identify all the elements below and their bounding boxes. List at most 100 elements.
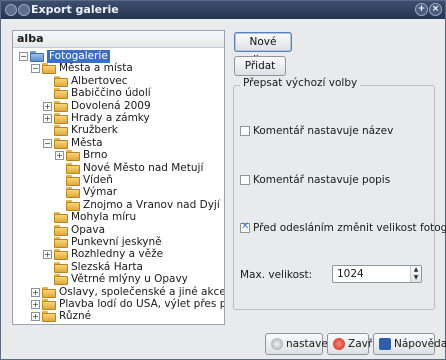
tree-node-label[interactable]: Nové Město nad Metují [83, 162, 203, 175]
folder-icon [66, 150, 80, 162]
tree-node-label[interactable]: Oslavy, společenské a jiné akce [59, 286, 224, 299]
expand-icon[interactable]: + [31, 312, 40, 322]
tree-node-label[interactable]: Mohyla míru [71, 211, 136, 224]
folder-icon [42, 63, 56, 75]
tree-column-header[interactable]: alba [13, 31, 224, 48]
collapse-icon[interactable]: − [31, 64, 40, 74]
tree-node-label[interactable]: Fotogalerie [47, 50, 110, 63]
tree-node-label[interactable]: Albertovec [71, 75, 128, 88]
tree-node[interactable]: Punkevní jeskyně [13, 236, 224, 249]
comment-sets-description-checkbox[interactable] [240, 175, 250, 185]
expand-icon[interactable]: + [55, 151, 64, 161]
collapse-icon[interactable]: − [19, 52, 28, 61]
folder-icon [54, 212, 68, 224]
settings-icon [271, 338, 283, 350]
help-button[interactable]: Nápověda [373, 333, 446, 355]
tree-node-label[interactable]: Města a místa [59, 62, 133, 75]
tree-node-label[interactable]: Větrné mlýny u Opavy [71, 273, 188, 286]
tree-node[interactable]: + Hrady a zámky [13, 112, 224, 125]
new-album-button[interactable]: Nové album [234, 32, 292, 66]
tree-node[interactable]: + Oslavy, společenské a jiné akce [13, 286, 224, 299]
close-icon[interactable]: × [429, 3, 442, 16]
tree-node-label[interactable]: Slezská Harta [71, 261, 143, 274]
folder-icon [66, 162, 80, 174]
comment-sets-description-label[interactable]: Komentář nastavuje popis [253, 174, 390, 186]
spin-arrows-icon[interactable]: ▲ ▼ [410, 266, 421, 282]
expand-icon[interactable]: + [31, 300, 40, 309]
tree-node-label[interactable]: Výmar [83, 186, 117, 199]
help-book-icon [379, 338, 391, 350]
tree-node[interactable]: + Různé [13, 310, 224, 323]
export-gallery-dialog: Export galerie + × alba − Fotogalerie − Měs… [0, 0, 446, 360]
folder-icon [30, 51, 44, 62]
window-menu-icon[interactable] [5, 4, 17, 16]
tree-node[interactable]: − Města [13, 137, 224, 150]
tree-node[interactable]: Mohyla míru [13, 211, 224, 224]
add-photos-button[interactable]: Přidat fotky [234, 56, 286, 90]
tree-node[interactable]: Slezská Harta [13, 261, 224, 274]
tree-node[interactable]: Opava [13, 224, 224, 237]
folder-icon [54, 224, 68, 236]
tree-node-label[interactable]: Babiččino údolí [71, 87, 151, 100]
tree-node[interactable]: Vídeň [13, 174, 224, 187]
tree-node-label[interactable]: Dovolená 2009 [71, 100, 151, 113]
comment-sets-name-label[interactable]: Komentář nastavuje název [253, 125, 393, 137]
folder-icon [54, 113, 68, 124]
album-tree[interactable]: alba − Fotogalerie − Města a místa Albertove… [12, 30, 225, 325]
cancel-icon [333, 338, 345, 350]
folder-icon [66, 187, 80, 199]
tree-node[interactable]: Kružberk [13, 124, 224, 137]
tree-node-label[interactable]: Punkevní jeskyně [71, 236, 162, 249]
override-defaults-title: Přepsat výchozí volby [240, 77, 361, 89]
tree-node[interactable]: Větrné mlýny u Opavy [13, 273, 224, 286]
tree-node-label[interactable]: Hrady a zámky [71, 112, 150, 125]
tree-node[interactable]: Albertovec [13, 75, 224, 88]
tree-node-label[interactable]: Různé [59, 310, 91, 323]
folder-icon [54, 88, 68, 100]
tree-node[interactable]: Znojmo a Vranov nad Dyjí [13, 199, 224, 212]
folder-icon [54, 100, 68, 112]
expand-icon[interactable]: + [43, 101, 52, 111]
collapse-icon[interactable]: − [43, 138, 52, 148]
tree-node[interactable]: − Fotogalerie [13, 50, 224, 63]
tree-node[interactable]: + Plavba lodí do USA, výlet přes půl svět… [13, 298, 224, 311]
settings-button[interactable]: nastavení [265, 333, 337, 355]
expand-icon[interactable]: + [43, 250, 52, 260]
tree-node[interactable]: Babiččino údolí [13, 87, 224, 100]
tree-node-label[interactable]: Vídeň [83, 174, 113, 187]
max-size-value[interactable]: 1024 [337, 268, 364, 280]
tree-node-label[interactable]: Rozhledny a věže [71, 248, 163, 261]
tree-node-label[interactable]: Brno [83, 149, 107, 162]
tree-node[interactable]: + Brno [13, 149, 224, 162]
window-title: Export galerie [31, 3, 119, 16]
tree-node[interactable]: Nové Město nad Metují [13, 162, 224, 175]
folder-icon [54, 125, 68, 137]
expand-icon[interactable]: + [31, 287, 40, 297]
folder-icon [54, 237, 68, 248]
comment-sets-name-checkbox[interactable] [240, 126, 250, 136]
max-size-spinbox[interactable]: 1024 ▲ ▼ [332, 265, 422, 283]
tree-node-label[interactable]: Znojmo a Vranov nad Dyjí [83, 199, 220, 212]
resize-before-upload-label[interactable]: Před odesláním změnit velikost fotografi… [253, 222, 446, 234]
folder-icon [54, 137, 68, 149]
maximize-icon[interactable]: + [415, 3, 428, 16]
expand-icon[interactable]: + [43, 114, 52, 123]
folder-icon [66, 199, 80, 211]
tree-node[interactable]: + Rozhledny a věže [13, 248, 224, 261]
folder-icon [42, 286, 56, 298]
title-bar[interactable]: Export galerie + × [1, 1, 445, 19]
tree-node[interactable]: Výmar [13, 186, 224, 199]
folder-icon [54, 249, 68, 261]
tree-node[interactable]: + Dovolená 2009 [13, 100, 224, 113]
close-button[interactable]: Zavřít [327, 333, 379, 355]
resize-before-upload-checkbox[interactable] [240, 221, 250, 233]
max-size-label: Max. velikost: [240, 269, 313, 281]
tree-node[interactable]: − Města a místa [13, 62, 224, 75]
tree-node-label[interactable]: Města [71, 137, 103, 150]
app-icon [18, 4, 30, 16]
tree-node-label[interactable]: Kružberk [71, 124, 118, 137]
folder-icon [42, 299, 56, 310]
tree-node-label[interactable]: Opava [71, 224, 105, 237]
tree-node-label[interactable]: Plavba lodí do USA, výlet přes půl světa [59, 298, 224, 311]
folder-icon [66, 175, 80, 186]
